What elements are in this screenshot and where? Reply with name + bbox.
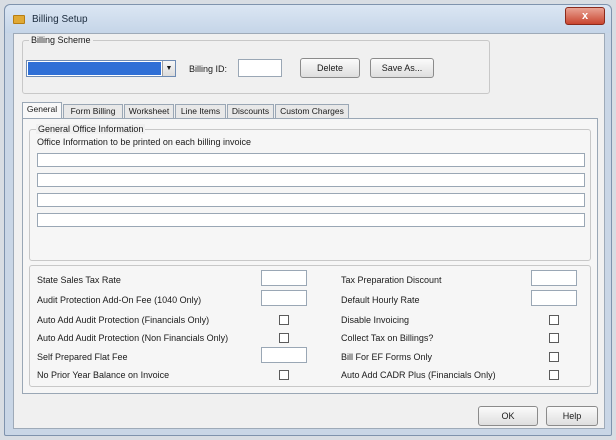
tab-form-billing[interactable]: Form Billing: [63, 104, 123, 118]
billing-id-input[interactable]: [238, 59, 282, 77]
delete-button[interactable]: Delete: [300, 58, 360, 78]
state-sales-tax-rate-input[interactable]: [261, 270, 307, 286]
default-hourly-rate-input[interactable]: [531, 290, 577, 306]
office-line-4[interactable]: [37, 213, 585, 227]
tab-line-items[interactable]: Line Items: [175, 104, 226, 118]
billing-scheme-selection: [28, 62, 161, 75]
self-prepared-flat-fee-input[interactable]: [261, 347, 307, 363]
billing-scheme-dropdown[interactable]: ▼: [26, 60, 176, 77]
collect-tax-on-billings-checkbox[interactable]: [549, 333, 559, 343]
tax-preparation-discount-label: Tax Preparation Discount: [341, 275, 442, 285]
audit-protection-fee-input[interactable]: [261, 290, 307, 306]
billing-scheme-label: Billing Scheme: [29, 35, 93, 45]
state-sales-tax-rate-label: State Sales Tax Rate: [37, 275, 121, 285]
help-button[interactable]: Help: [546, 406, 598, 426]
chevron-down-icon[interactable]: ▼: [162, 61, 175, 76]
tab-worksheet[interactable]: Worksheet: [124, 104, 174, 118]
office-line-1[interactable]: [37, 153, 585, 167]
window-title: Billing Setup: [32, 14, 88, 25]
office-line-3[interactable]: [37, 193, 585, 207]
self-prepared-flat-fee-label: Self Prepared Flat Fee: [37, 352, 128, 362]
auto-add-audit-nonfinancials-label: Auto Add Audit Protection (Non Financial…: [37, 333, 229, 343]
title-bar[interactable]: Billing Setup x: [5, 5, 611, 33]
office-info-group-label: General Office Information: [36, 124, 146, 134]
bill-for-ef-forms-checkbox[interactable]: [549, 352, 559, 362]
billing-id-label: Billing ID:: [189, 64, 228, 74]
no-prior-year-balance-checkbox[interactable]: [279, 370, 289, 380]
tab-general[interactable]: General: [22, 102, 62, 119]
collect-tax-on-billings-label: Collect Tax on Billings?: [341, 333, 434, 343]
disable-invoicing-checkbox[interactable]: [549, 315, 559, 325]
audit-protection-fee-label: Audit Protection Add-On Fee (1040 Only): [37, 295, 202, 305]
auto-add-cadr-plus-checkbox[interactable]: [549, 370, 559, 380]
tab-custom-charges[interactable]: Custom Charges: [275, 104, 349, 118]
auto-add-audit-nonfinancials-checkbox[interactable]: [279, 333, 289, 343]
billing-setup-window: Billing Setup x Billing Scheme ▼ Billing…: [4, 4, 612, 436]
office-info-description: Office Information to be printed on each…: [37, 137, 251, 147]
close-button[interactable]: x: [565, 7, 605, 25]
auto-add-audit-financials-checkbox[interactable]: [279, 315, 289, 325]
save-as-button[interactable]: Save As...: [370, 58, 434, 78]
tab-discounts[interactable]: Discounts: [227, 104, 274, 118]
default-hourly-rate-label: Default Hourly Rate: [341, 295, 420, 305]
dialog-body: Billing Scheme ▼ Billing ID: Delete Save…: [13, 33, 605, 429]
bill-for-ef-forms-label: Bill For EF Forms Only: [341, 352, 433, 362]
auto-add-cadr-plus-label: Auto Add CADR Plus (Financials Only): [341, 370, 496, 380]
office-line-2[interactable]: [37, 173, 585, 187]
general-tab-panel: General Office Information Office Inform…: [22, 118, 598, 394]
folder-icon: [13, 15, 25, 24]
no-prior-year-balance-label: No Prior Year Balance on Invoice: [37, 370, 170, 380]
tax-preparation-discount-input[interactable]: [531, 270, 577, 286]
ok-button[interactable]: OK: [478, 406, 538, 426]
auto-add-audit-financials-label: Auto Add Audit Protection (Financials On…: [37, 315, 210, 325]
disable-invoicing-label: Disable Invoicing: [341, 315, 410, 325]
